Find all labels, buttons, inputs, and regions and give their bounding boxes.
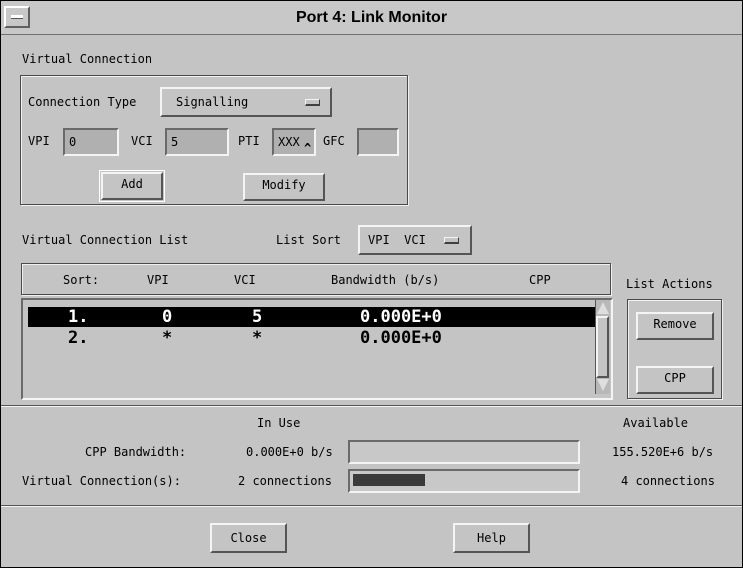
available-label: Available: [623, 416, 689, 430]
connection-list[interactable]: 1. 0 5 0.000E+0 2. * * 0.000E+0: [21, 298, 613, 400]
list-item[interactable]: 1. 0 5 0.000E+0: [28, 307, 598, 327]
cpp-bandwidth-in-use: 0.000E+0 b/s: [246, 445, 333, 459]
title-bar: Port 4: Link Monitor: [1, 1, 742, 35]
connection-type-value: Signalling: [176, 95, 249, 109]
remove-button[interactable]: Remove: [636, 312, 714, 340]
row-sort: 2.: [68, 328, 89, 348]
virtual-connections-meter-fill: [353, 474, 425, 486]
connection-list-title: Virtual Connection List: [22, 233, 189, 247]
vpi-field[interactable]: 0: [63, 128, 119, 156]
cpp-bandwidth-available: 155.520E+6 b/s: [612, 445, 714, 459]
list-sort-label: List Sort: [276, 233, 342, 247]
row-vci: 5: [252, 307, 263, 327]
close-button[interactable]: Close: [210, 523, 287, 553]
scrollbar-thumb[interactable]: [596, 316, 609, 378]
in-use-label: In Use: [257, 416, 301, 430]
option-menu-icon: [305, 99, 320, 106]
column-vpi: VPI: [147, 273, 169, 287]
connection-type-select[interactable]: Signalling: [160, 87, 332, 117]
row-bandwidth: 0.000E+0: [360, 328, 442, 348]
vpi-label: VPI: [28, 134, 50, 148]
text-cursor-icon: ^: [304, 141, 312, 155]
row-vci: *: [252, 328, 263, 348]
connection-type-label: Connection Type: [28, 95, 137, 109]
cpp-bandwidth-label: CPP Bandwidth:: [85, 445, 187, 459]
row-vpi: 0: [162, 307, 173, 327]
scroll-down-arrow-icon[interactable]: [597, 379, 609, 391]
list-sort-select[interactable]: VPI VCI: [358, 225, 472, 255]
column-bandwidth: Bandwidth (b/s): [331, 273, 440, 287]
pti-field[interactable]: XXX ^: [272, 128, 316, 156]
virtual-connections-available: 4 connections: [621, 474, 715, 488]
add-button[interactable]: Add: [101, 172, 163, 200]
list-column-header: Sort: VPI VCI Bandwidth (b/s) CPP: [21, 263, 611, 295]
list-actions-group: Remove CPP: [627, 299, 722, 399]
column-vci: VCI: [234, 273, 256, 287]
separator: [1, 505, 742, 507]
list-item[interactable]: 2. * * 0.000E+0: [28, 328, 598, 348]
virtual-connection-group: Connection Type Signalling VPI 0 VCI 5 P…: [20, 75, 408, 205]
row-vpi: *: [162, 328, 173, 348]
add-button-focus-ring: Add: [99, 170, 165, 202]
modify-button[interactable]: Modify: [243, 173, 325, 201]
window-title: Port 4: Link Monitor: [295, 9, 448, 26]
virtual-connections-in-use: 2 connections: [238, 474, 332, 488]
virtual-connection-label: Virtual Connection: [22, 52, 153, 66]
column-cpp: CPP: [529, 273, 551, 287]
column-sort: Sort:: [63, 273, 100, 287]
list-scrollbar[interactable]: [595, 300, 610, 394]
scroll-up-arrow-icon[interactable]: [597, 302, 609, 314]
virtual-connections-label: Virtual Connection(s):: [22, 474, 181, 488]
vci-label: VCI: [131, 134, 153, 148]
link-monitor-window: Port 4: Link Monitor Virtual Connection …: [0, 0, 743, 568]
list-sort-value: VPI VCI: [368, 233, 426, 247]
option-menu-icon: [444, 237, 459, 244]
cpp-bandwidth-meter: [348, 440, 580, 464]
help-button[interactable]: Help: [453, 523, 530, 553]
separator: [1, 405, 742, 407]
cpp-button[interactable]: CPP: [636, 366, 714, 394]
gfc-label: GFC: [323, 134, 345, 148]
virtual-connections-meter: [348, 469, 580, 493]
row-sort: 1.: [68, 307, 89, 327]
row-bandwidth: 0.000E+0: [360, 307, 442, 327]
pti-label: PTI: [238, 134, 260, 148]
list-actions-title: List Actions: [626, 277, 713, 291]
vci-field[interactable]: 5: [165, 128, 229, 156]
pti-value: XXX: [278, 135, 300, 149]
gfc-field[interactable]: [357, 128, 399, 156]
